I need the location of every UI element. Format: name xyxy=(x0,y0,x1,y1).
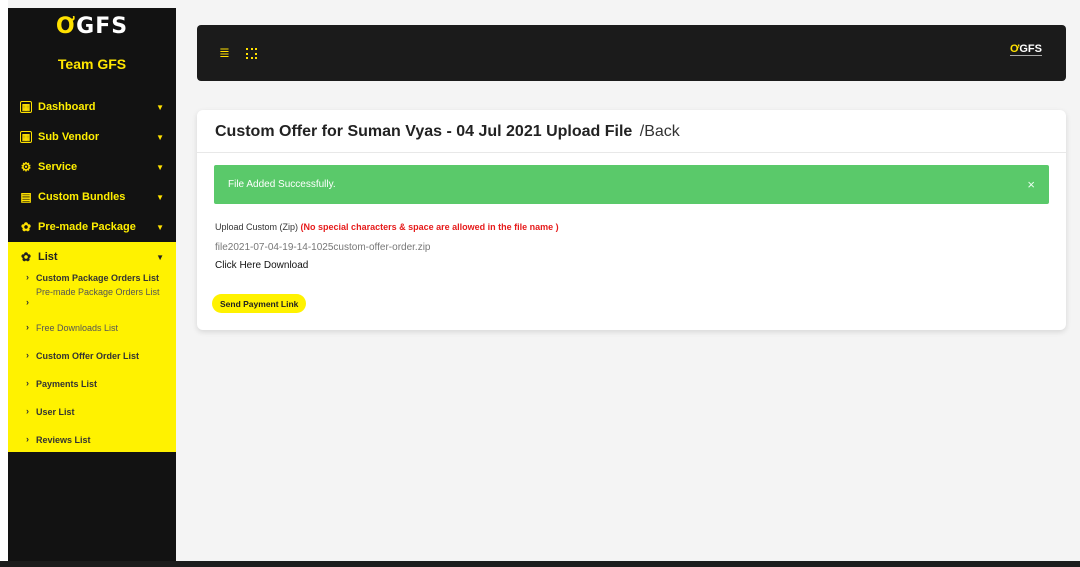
chevron-right-icon: › xyxy=(26,297,29,307)
back-link[interactable]: /Back xyxy=(640,123,680,140)
sidebar-item-label: Custom Bundles xyxy=(38,191,126,203)
sub-item-custom-package-orders[interactable]: › Custom Package Orders List xyxy=(8,272,176,286)
sidebar-item-list[interactable]: ✿ List ▼ xyxy=(8,242,176,272)
sub-item-custom-offer-orders[interactable]: › Custom Offer Order List xyxy=(8,350,176,378)
chevron-right-icon: › xyxy=(26,272,29,282)
chevron-right-icon: › xyxy=(26,406,29,416)
logo-tagline xyxy=(8,39,176,44)
sidebar-list-section: ✿ List ▼ › Custom Package Orders List › … xyxy=(8,242,176,452)
sub-item-label: Custom Package Orders List xyxy=(36,273,160,283)
brand: ƠGFS Team GFS xyxy=(8,8,176,92)
chevron-down-icon: ▼ xyxy=(156,252,164,262)
bundles-icon: ▤ xyxy=(20,189,32,204)
gfs-logo[interactable]: ƠGFS xyxy=(56,16,128,38)
fullscreen-icon[interactable] xyxy=(245,47,257,59)
upload-label: Upload Custom (Zip) (No special characte… xyxy=(215,222,559,232)
chevron-right-icon: › xyxy=(26,434,29,444)
download-link[interactable]: Click Here Download xyxy=(215,260,308,271)
sub-item-payments[interactable]: › Payments List xyxy=(8,378,176,406)
sidebar-item-sub-vendor[interactable]: ▦ Sub Vendor ▼ xyxy=(8,122,176,152)
sidebar-item-label: Dashboard xyxy=(38,101,96,113)
sub-item-label: Reviews List xyxy=(36,435,91,445)
list-icon: ✿ xyxy=(20,249,32,264)
package-icon: ✿ xyxy=(20,219,32,234)
page-title: Custom Offer for Suman Vyas - 04 Jul 202… xyxy=(215,123,680,141)
sub-item-label: Free Downloads List xyxy=(36,323,119,333)
upload-label-text: Upload Custom (Zip) xyxy=(215,222,299,232)
team-name: Team GFS xyxy=(57,56,127,72)
chevron-right-icon: › xyxy=(26,322,29,332)
chevron-down-icon: ▼ xyxy=(156,162,164,172)
sidebar-item-premade-package[interactable]: ✿ Pre-made Package ▼ xyxy=(8,212,176,242)
logo-text: GFS xyxy=(76,14,129,39)
sidebar-item-service[interactable]: ⚙ Service ▼ xyxy=(8,152,176,182)
sub-item-label: Custom Offer Order List xyxy=(36,351,140,361)
chevron-right-icon: › xyxy=(26,350,29,360)
bottom-bar xyxy=(0,561,1080,567)
left-edge xyxy=(0,0,8,567)
sidebar-item-label: Sub Vendor xyxy=(38,131,100,143)
sidebar-item-dashboard[interactable]: ▦ Dashboard ▼ xyxy=(8,92,176,122)
upload-warning: (No special characters & space are allow… xyxy=(300,222,559,232)
chevron-down-icon: ▼ xyxy=(156,102,164,112)
chevron-down-icon: ▼ xyxy=(156,222,164,232)
sub-item-label: User List xyxy=(36,407,75,417)
topbar-logo[interactable]: ƠGFS xyxy=(1009,43,1042,56)
close-icon[interactable]: × xyxy=(1027,177,1035,192)
send-payment-link-button[interactable]: Send Payment Link xyxy=(212,294,307,313)
sidebar-item-custom-bundles[interactable]: ▤ Custom Bundles ▼ xyxy=(8,182,176,212)
chevron-down-icon: ▼ xyxy=(156,192,164,202)
page-title-text: Custom Offer for Suman Vyas - 04 Jul 202… xyxy=(215,123,633,140)
alert-message: File Added Successfully. xyxy=(228,179,336,190)
sub-item-premade-package-orders[interactable]: › Pre-made Package Orders List xyxy=(8,286,176,322)
sub-item-reviews[interactable]: › Reviews List xyxy=(8,434,176,446)
service-icon: ⚙ xyxy=(20,159,32,174)
sidebar: ƠGFS Team GFS ▦ Dashboard ▼ ▦ Sub Vendor… xyxy=(8,8,176,561)
chevron-right-icon: › xyxy=(26,378,29,388)
success-alert: File Added Successfully. × xyxy=(214,165,1049,204)
topbar-logo-text: GFS xyxy=(1019,43,1042,55)
sub-item-free-downloads[interactable]: › Free Downloads List xyxy=(8,322,176,350)
sidebar-item-label: Pre-made Package xyxy=(38,221,136,233)
sub-item-label: Pre-made Package Orders List xyxy=(36,287,160,297)
sidebar-item-label: List xyxy=(38,251,58,263)
sub-item-label: Payments List xyxy=(36,379,98,389)
sub-item-users[interactable]: › User List xyxy=(8,406,176,434)
vendor-icon: ▦ xyxy=(20,131,32,143)
uploaded-file-name: file2021-07-04-19-14-1025custom-offer-or… xyxy=(215,242,431,253)
divider xyxy=(197,152,1066,153)
chevron-down-icon: ▼ xyxy=(156,132,164,142)
sidebar-item-label: Service xyxy=(38,161,78,173)
upload-card: Custom Offer for Suman Vyas - 04 Jul 202… xyxy=(197,110,1066,330)
menu-toggle-icon[interactable]: ≣ xyxy=(219,45,230,61)
app-frame: ƠGFS Team GFS ▦ Dashboard ▼ ▦ Sub Vendor… xyxy=(0,0,1080,567)
dashboard-icon: ▦ xyxy=(20,101,32,113)
top-bar: ≣ ƠGFS xyxy=(197,25,1066,81)
